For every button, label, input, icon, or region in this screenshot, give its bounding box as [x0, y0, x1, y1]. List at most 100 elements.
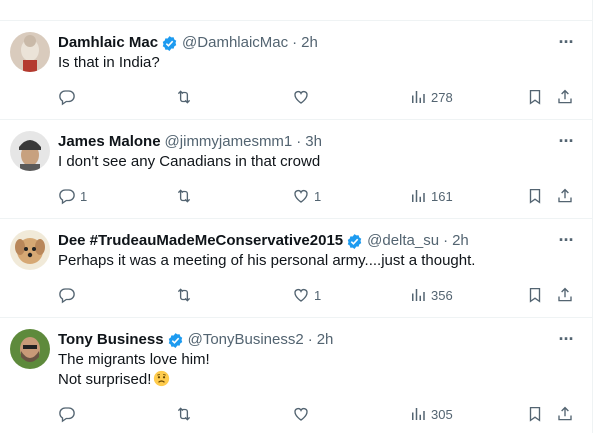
- post-header: Dee #TrudeauMadeMeConservative2015 @delt…: [58, 231, 469, 251]
- views-button[interactable]: 356: [409, 285, 453, 305]
- user-handle[interactable]: @DamhlaicMac: [182, 33, 288, 53]
- bookmark-button[interactable]: [526, 285, 544, 305]
- timestamp[interactable]: 2h: [301, 33, 318, 53]
- more-options-button[interactable]: ···: [556, 132, 576, 152]
- display-name[interactable]: James Malone: [58, 132, 161, 152]
- heart-icon: [292, 286, 310, 304]
- post-text-line-1: The migrants love him!: [58, 351, 210, 368]
- post-text-line-2: Not surprised!: [58, 370, 170, 390]
- share-icon: [556, 286, 574, 304]
- user-handle[interactable]: @jimmyjamesmm1: [165, 132, 293, 152]
- view-count: 161: [431, 188, 453, 204]
- share-button[interactable]: [556, 404, 574, 424]
- views-button[interactable]: 305: [409, 404, 453, 424]
- reply-icon: [58, 187, 76, 205]
- bar-chart-icon: [409, 405, 427, 423]
- more-options-button[interactable]: ···: [556, 33, 576, 53]
- share-icon: [556, 88, 574, 106]
- bookmark-button[interactable]: [526, 186, 544, 206]
- like-button[interactable]: [292, 404, 314, 424]
- repost-button[interactable]: [175, 285, 197, 305]
- like-button[interactable]: 1: [292, 285, 321, 305]
- post-header: Damhlaic Mac @DamhlaicMac · 2h: [58, 33, 318, 53]
- bar-chart-icon: [409, 286, 427, 304]
- views-button[interactable]: 278: [409, 87, 453, 107]
- share-button[interactable]: [556, 285, 574, 305]
- repost-icon: [175, 88, 193, 106]
- bookmark-button[interactable]: [526, 404, 544, 424]
- heart-icon: [292, 88, 310, 106]
- post-header: Tony Business @TonyBusiness2 · 2h: [58, 330, 333, 350]
- separator-dot: ·: [292, 34, 298, 51]
- repost-icon: [175, 405, 193, 423]
- bookmark-icon: [526, 187, 544, 205]
- action-bar: 305: [0, 404, 592, 424]
- like-count: 1: [314, 188, 322, 204]
- reply-post[interactable]: Damhlaic Mac @DamhlaicMac · 2h ··· Is th…: [0, 21, 592, 120]
- heart-icon: [292, 187, 310, 205]
- reply-button[interactable]: [58, 404, 80, 424]
- reply-button[interactable]: [58, 87, 80, 107]
- bar-chart-icon: [409, 88, 427, 106]
- post-text: Is that in India?: [58, 54, 160, 71]
- verified-badge-icon: [346, 233, 363, 250]
- views-button[interactable]: 161: [409, 186, 453, 206]
- separator-dot: ·: [307, 331, 313, 348]
- like-button[interactable]: [292, 87, 314, 107]
- share-button[interactable]: [556, 87, 574, 107]
- reply-button[interactable]: [58, 285, 80, 305]
- timestamp[interactable]: 2h: [317, 330, 334, 350]
- display-name[interactable]: Tony Business: [58, 330, 164, 350]
- reply-icon: [58, 405, 76, 423]
- reply-count: 1: [80, 188, 88, 204]
- display-name[interactable]: Damhlaic Mac: [58, 33, 158, 53]
- avatar[interactable]: [10, 230, 50, 270]
- heart-icon: [292, 405, 310, 423]
- repost-icon: [175, 187, 193, 205]
- more-options-button[interactable]: ···: [556, 330, 576, 350]
- view-count: 356: [431, 287, 453, 303]
- display-name[interactable]: Dee #TrudeauMadeMeConservative2015: [58, 231, 343, 251]
- separator-dot: ·: [296, 133, 302, 150]
- repost-icon: [175, 286, 193, 304]
- reply-icon: [58, 286, 76, 304]
- more-options-button[interactable]: ···: [556, 231, 576, 251]
- share-button[interactable]: [556, 186, 574, 206]
- avatar[interactable]: [10, 329, 50, 369]
- timestamp[interactable]: 2h: [452, 231, 469, 251]
- view-count: 305: [431, 406, 453, 422]
- reply-icon: [58, 88, 76, 106]
- bookmark-icon: [526, 286, 544, 304]
- user-handle[interactable]: @delta_su: [367, 231, 439, 251]
- previous-post-actions-partial: [0, 0, 592, 21]
- repost-button[interactable]: [175, 404, 197, 424]
- verified-badge-icon: [161, 35, 178, 52]
- column-divider: [592, 0, 593, 433]
- view-count: 278: [431, 89, 453, 105]
- user-handle[interactable]: @TonyBusiness2: [188, 330, 304, 350]
- avatar[interactable]: [10, 32, 50, 72]
- bookmark-button[interactable]: [526, 87, 544, 107]
- reply-button[interactable]: 1: [58, 186, 87, 206]
- separator-dot: ·: [443, 232, 449, 249]
- bar-chart-icon: [409, 187, 427, 205]
- like-count: 1: [314, 287, 322, 303]
- avatar[interactable]: [10, 131, 50, 171]
- repost-button[interactable]: [175, 87, 197, 107]
- repost-button[interactable]: [175, 186, 197, 206]
- action-bar: 1 356: [0, 285, 592, 305]
- share-icon: [556, 187, 574, 205]
- post-header: James Malone @jimmyjamesmm1 · 3h: [58, 132, 322, 152]
- action-bar: 278: [0, 87, 592, 107]
- verified-badge-icon: [167, 332, 184, 349]
- timestamp[interactable]: 3h: [305, 132, 322, 152]
- like-button[interactable]: 1: [292, 186, 321, 206]
- post-text-line-2-text: Not surprised!: [58, 371, 152, 388]
- bookmark-icon: [526, 88, 544, 106]
- share-icon: [556, 405, 574, 423]
- reply-post[interactable]: Dee #TrudeauMadeMeConservative2015 @delt…: [0, 219, 592, 318]
- post-text: I don't see any Canadians in that crowd: [58, 153, 321, 170]
- worried-face-emoji-icon: [154, 370, 170, 387]
- reply-post[interactable]: Tony Business @TonyBusiness2 · 2h ··· Th…: [0, 318, 592, 433]
- reply-post[interactable]: James Malone @jimmyjamesmm1 · 3h ··· I d…: [0, 120, 592, 219]
